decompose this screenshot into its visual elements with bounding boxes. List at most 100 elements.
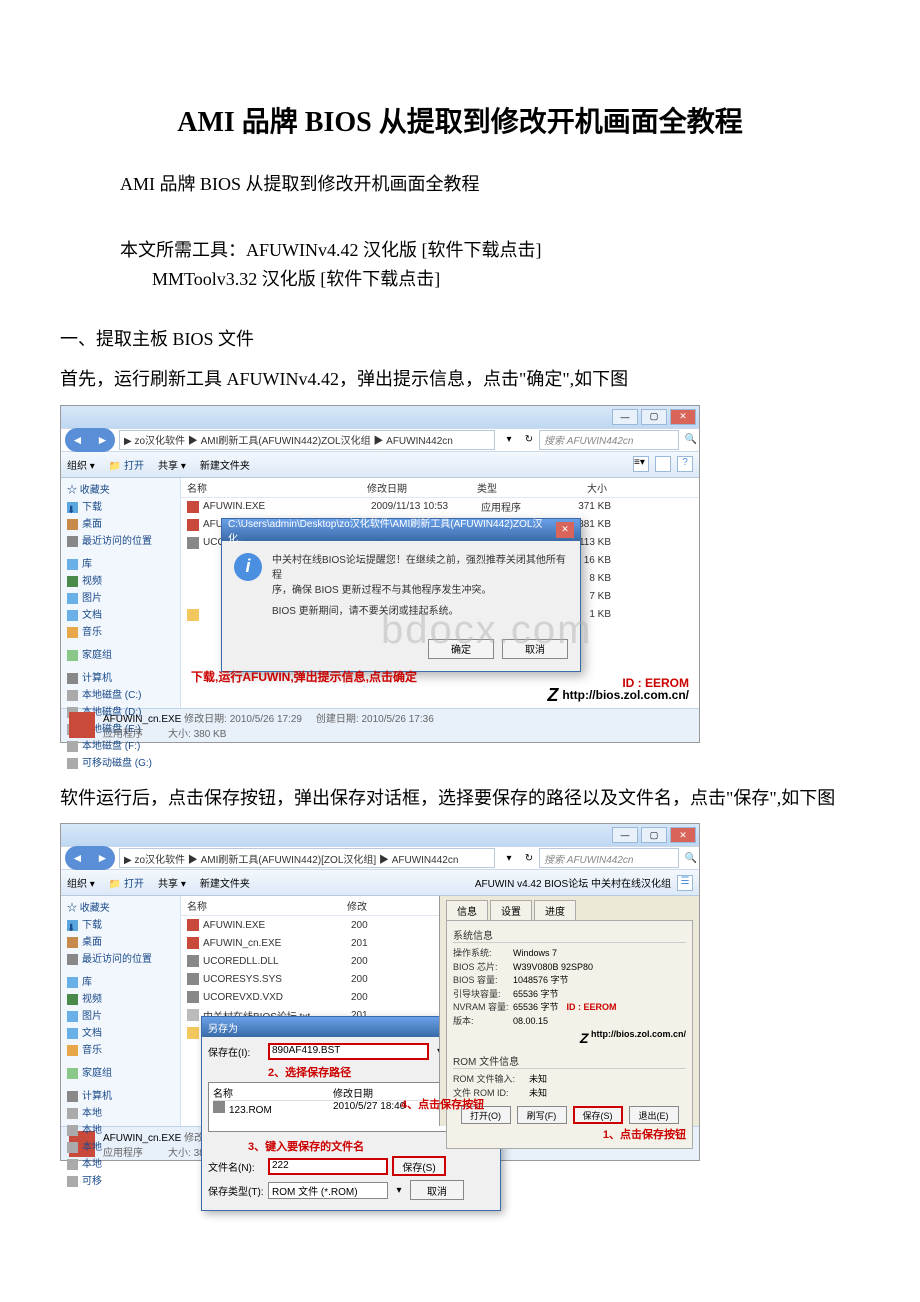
sidebar-favorites[interactable]: ☆ 收藏夹 [67, 900, 174, 917]
tool-line-1: 本文所需工具：AFUWINv4.42 汉化版 [软件下载点击] [120, 236, 860, 265]
message-dialog: C:\Users\admin\Desktop\zo汉化软件\AMI刷新工具(AF… [221, 518, 581, 672]
col-type[interactable]: 类型 [477, 480, 547, 495]
page-title: AMI 品牌 BIOS 从提取到修改开机画面全教程 [60, 100, 860, 140]
file-list: 名称 修改日期 类型 大小 AFUWIN.EXE2009/11/13 10:53… [181, 478, 699, 708]
zol-url: Zhttp://bios.zol.com.cn/ [547, 685, 689, 706]
save-in-dropdown[interactable]: 890AF419.BST [268, 1043, 429, 1060]
dialog-close-button[interactable]: ✕ [556, 522, 574, 538]
sidebar-pictures[interactable]: 图片 [67, 1008, 174, 1025]
cancel-button[interactable]: 取消 [410, 1180, 464, 1200]
sidebar-pictures[interactable]: 图片 [67, 590, 174, 607]
sidebar-videos[interactable]: 视频 [67, 573, 174, 590]
section-1-heading: 一、提取主板 BIOS 文件 [60, 324, 860, 355]
new-folder-button[interactable]: 新建文件夹 [200, 457, 250, 472]
address-path[interactable]: ▶ zo汉化软件 ▶ AMI刷新工具(AFUWIN442)[ZOL汉化组] ▶ … [119, 848, 495, 868]
organize-menu[interactable]: 组织 ▾ [67, 875, 95, 890]
organize-menu[interactable]: 组织 ▾ [67, 457, 95, 472]
tab-progress[interactable]: 进度 [534, 900, 576, 920]
section-2-text: 软件运行后，点击保存按钮，弹出保存对话框，选择要保存的路径以及文件名，点击"保存… [60, 783, 860, 814]
rominfo-title: ROM 文件信息 [453, 1053, 686, 1069]
open-button[interactable]: 📁 打开 [109, 457, 144, 472]
flash-button[interactable]: 刷写(F) [517, 1106, 567, 1124]
sidebar-drive[interactable]: 本地 [67, 1105, 174, 1122]
save-button[interactable]: 保存(S) [573, 1106, 623, 1124]
share-menu[interactable]: 共享 ▾ [158, 457, 186, 472]
sidebar-downloads[interactable]: ⬇下载 [67, 917, 174, 934]
nav-back-forward[interactable]: ◄► [65, 428, 115, 452]
sidebar-documents[interactable]: 文档 [67, 607, 174, 624]
sidebar-drive[interactable]: 本地 [67, 1122, 174, 1139]
sidebar-libraries[interactable]: 库 [67, 556, 174, 573]
filetype-label: 保存类型(T): [208, 1183, 264, 1198]
sidebar: ☆ 收藏夹 ⬇下载 桌面 最近访问的位置 库 视频 图片 文档 音乐 家庭组 计… [61, 478, 181, 708]
sidebar-drive-c[interactable]: 本地磁盘 (C:) [67, 687, 174, 704]
sidebar-libraries[interactable]: 库 [67, 974, 174, 991]
sidebar-documents[interactable]: 文档 [67, 1025, 174, 1042]
sidebar-music[interactable]: 音乐 [67, 1042, 174, 1059]
sidebar-recent[interactable]: 最近访问的位置 [67, 951, 174, 968]
sidebar-favorites[interactable]: ☆ 收藏夹 [67, 482, 174, 499]
sidebar-drive-f[interactable]: 本地磁盘 (F:) [67, 738, 174, 755]
cancel-button[interactable]: 取消 [502, 639, 568, 659]
maximize-button[interactable]: ▢ [641, 409, 667, 425]
sidebar-recent[interactable]: 最近访问的位置 [67, 533, 174, 550]
section-1-text: 首先，运行刷新工具 AFUWINv4.42，弹出提示信息，点击"确定",如下图 [60, 364, 860, 395]
col-date[interactable]: 修改 [347, 898, 387, 913]
new-folder-button[interactable]: 新建文件夹 [200, 875, 250, 890]
close-button[interactable]: ✕ [670, 827, 696, 843]
view-icon[interactable]: ≡▾ [633, 456, 649, 472]
sidebar-computer[interactable]: 计算机 [67, 670, 174, 687]
dialog-title-text: C:\Users\admin\Desktop\zo汉化软件\AMI刷新工具(AF… [228, 515, 556, 545]
save-button[interactable]: 保存(S) [392, 1156, 446, 1176]
filename-label: 文件名(N): [208, 1159, 264, 1174]
sidebar-music[interactable]: 音乐 [67, 624, 174, 641]
status-bar: AFUWIN_cn.EXE 修改日期: 2010/5/26 17:29 创建日期… [61, 708, 699, 742]
sidebar-desktop[interactable]: 桌面 [67, 516, 174, 533]
annotation-text: 下载,运行AFUWIN,弹出提示信息,点击确定 [191, 668, 417, 685]
sidebar-computer[interactable]: 计算机 [67, 1088, 174, 1105]
search-input[interactable]: 搜索 AFUWIN442cn [539, 430, 679, 450]
sidebar-homegroup[interactable]: 家庭组 [67, 647, 174, 664]
filename-input[interactable]: 222 [268, 1158, 388, 1175]
sidebar-drive-g[interactable]: 可移动磁盘 (G:) [67, 755, 174, 772]
tool-line-2: MMToolv3.32 汉化版 [软件下载点击] [120, 265, 860, 294]
sidebar-desktop[interactable]: 桌面 [67, 934, 174, 951]
col-size[interactable]: 大小 [547, 480, 607, 495]
exit-button[interactable]: 退出(E) [629, 1106, 679, 1124]
minimize-button[interactable]: — [612, 827, 638, 843]
maximize-button[interactable]: ▢ [641, 827, 667, 843]
col-date[interactable]: 修改日期 [367, 480, 477, 495]
toolbar: 组织 ▾ 📁 打开 共享 ▾ 新建文件夹 ≡▾ ? [61, 452, 699, 478]
ok-button[interactable]: 确定 [428, 639, 494, 659]
tab-info[interactable]: 信息 [446, 900, 488, 920]
nav-back-forward[interactable]: ◄► [65, 846, 115, 870]
close-button[interactable]: ✕ [670, 409, 696, 425]
tab-settings[interactable]: 设置 [490, 900, 532, 920]
help-icon[interactable]: ☰ [677, 875, 693, 891]
minimize-button[interactable]: — [612, 409, 638, 425]
sidebar-drive[interactable]: 本地 [67, 1139, 174, 1156]
breadcrumb-bar: ◄► ▶ zo汉化软件 ▶ AMI刷新工具(AFUWIN442)ZOL汉化组 ▶… [61, 428, 699, 452]
col-name[interactable]: 名称 [187, 480, 367, 495]
sidebar-downloads[interactable]: ⬇下载 [67, 499, 174, 516]
help-icon[interactable]: ? [677, 456, 693, 472]
col-name[interactable]: 名称 [187, 898, 347, 913]
address-path[interactable]: ▶ zo汉化软件 ▶ AMI刷新工具(AFUWIN442)ZOL汉化组 ▶ AF… [119, 430, 495, 450]
search-input[interactable]: 搜索 AFUWIN442cn [539, 848, 679, 868]
sidebar-drive[interactable]: 本地 [67, 1156, 174, 1173]
sidebar-videos[interactable]: 视频 [67, 991, 174, 1008]
screenshot-1: — ▢ ✕ ◄► ▶ zo汉化软件 ▶ AMI刷新工具(AFUWIN442)ZO… [60, 405, 700, 743]
sidebar-homegroup[interactable]: 家庭组 [67, 1065, 174, 1082]
screenshot-2: — ▢ ✕ ◄► ▶ zo汉化软件 ▶ AMI刷新工具(AFUWIN442)[Z… [60, 823, 700, 1161]
afuwin-panel: 信息 设置 进度 系统信息 操作系统:Windows 7 BIOS 芯片:W39… [439, 896, 699, 1126]
afuwin-title: AFUWIN v4.42 BIOS论坛 中关村在线汉化组 [475, 875, 671, 891]
open-button[interactable]: 📁 打开 [109, 875, 144, 890]
sidebar-drive[interactable]: 可移 [67, 1173, 174, 1190]
share-menu[interactable]: 共享 ▾ [158, 875, 186, 890]
info-icon: i [234, 553, 262, 581]
file-row[interactable]: AFUWIN.EXE2009/11/13 10:53应用程序371 KB [181, 498, 699, 516]
save-in-label: 保存在(I): [208, 1044, 264, 1059]
filetype-dropdown[interactable]: ROM 文件 (*.ROM) [268, 1182, 388, 1199]
preview-icon[interactable] [655, 456, 671, 472]
dialog-message: 中关村在线BIOS论坛提醒您！在继续之前，强烈推荐关闭其他所有程 序，确保 BI… [272, 553, 568, 619]
